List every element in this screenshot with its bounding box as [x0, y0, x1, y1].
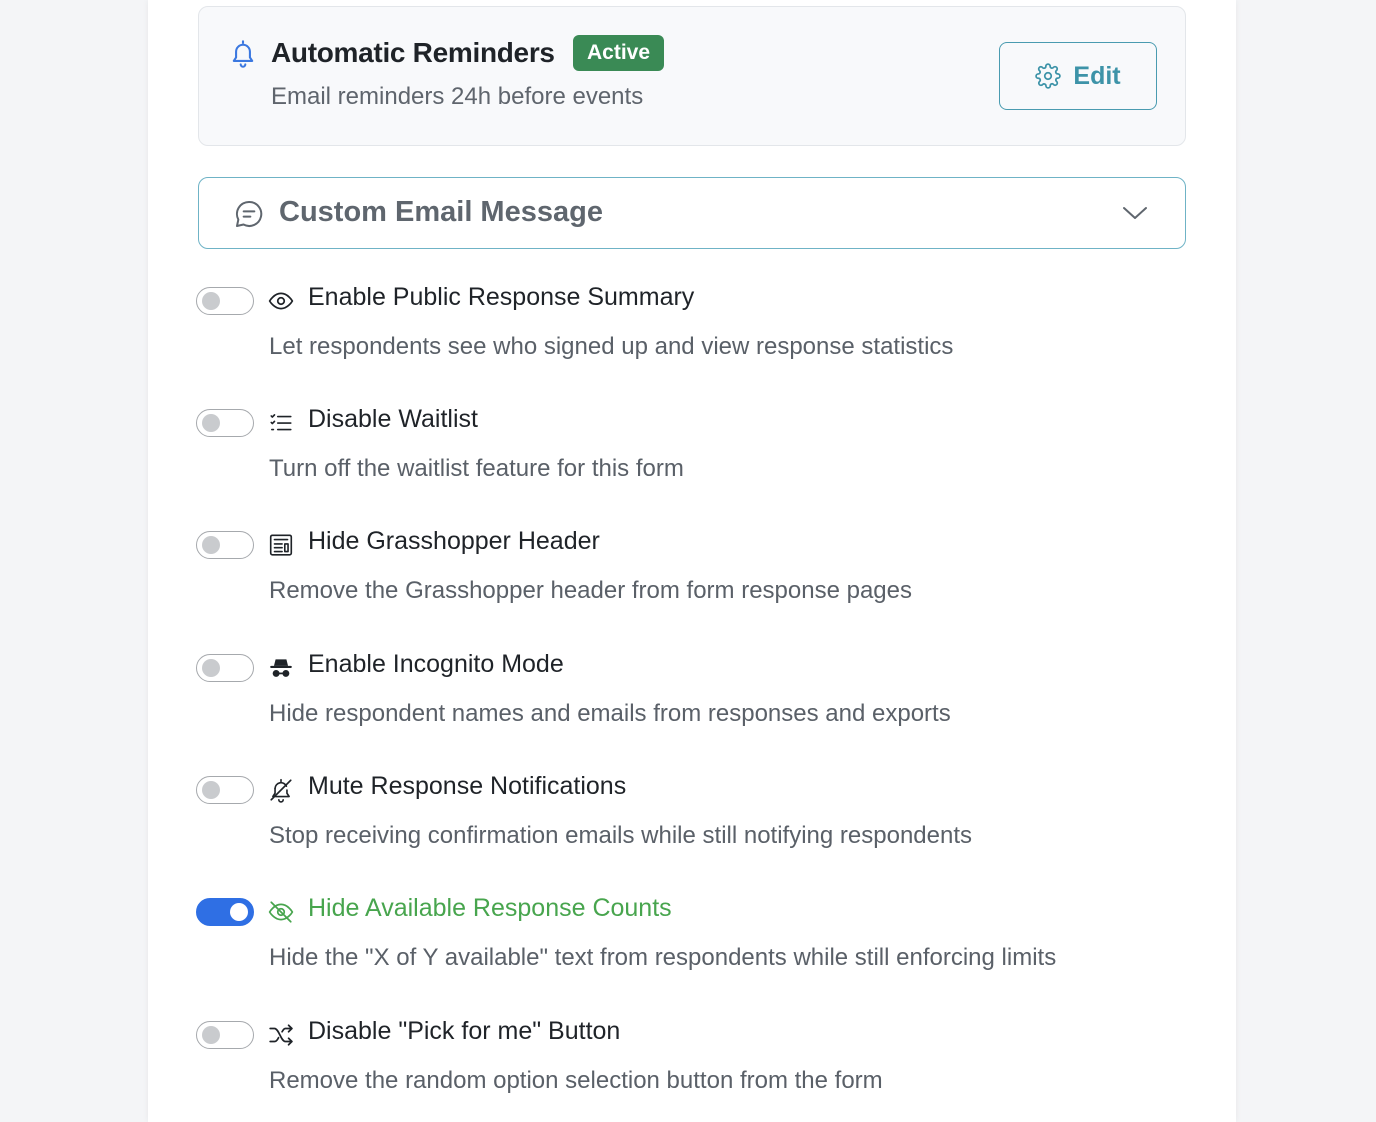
status-badge: Active [573, 35, 665, 71]
toggle-switch[interactable] [196, 898, 254, 926]
toggle-switch[interactable] [196, 287, 254, 315]
toggle-knob [230, 903, 248, 921]
toggle-knob [202, 1026, 220, 1044]
edit-button[interactable]: Edit [999, 42, 1157, 110]
toggle-knob [202, 781, 220, 799]
incognito-icon [270, 659, 292, 677]
setting-hide-response-counts: Hide Available Response Counts Hide the … [196, 894, 1196, 998]
toggle-knob [202, 659, 220, 677]
setting-description: Remove the random option selection butto… [269, 1067, 883, 1094]
settings-panel: Automatic Reminders Active Email reminde… [148, 0, 1236, 1122]
bell-icon [232, 40, 254, 68]
automatic-reminders-card: Automatic Reminders Active Email reminde… [198, 6, 1186, 146]
setting-title: Enable Incognito Mode [308, 650, 564, 678]
setting-description: Turn off the waitlist feature for this f… [269, 455, 684, 482]
setting-description: Let respondents see who signed up and vi… [269, 333, 954, 360]
custom-email-accordion[interactable]: Custom Email Message [198, 177, 1186, 249]
list-icon [270, 414, 292, 431]
setting-title: Enable Public Response Summary [308, 283, 695, 311]
toggle-knob [202, 292, 220, 310]
setting-title: Disable "Pick for me" Button [308, 1017, 621, 1045]
toggle-switch[interactable] [196, 1021, 254, 1049]
reminders-subtitle: Email reminders 24h before events [271, 83, 644, 110]
toggle-switch[interactable] [196, 409, 254, 437]
setting-public-response-summary: Enable Public Response Summary Let respo… [196, 283, 1196, 387]
setting-description: Stop receiving confirmation emails while… [269, 822, 973, 849]
newspaper-icon [269, 534, 293, 556]
toggle-switch[interactable] [196, 776, 254, 804]
setting-mute-notifications: Mute Response Notifications Stop receivi… [196, 772, 1196, 876]
toggle-knob [202, 536, 220, 554]
message-icon [235, 200, 263, 227]
toggle-switch[interactable] [196, 654, 254, 682]
reminders-title: Automatic Reminders [271, 37, 555, 68]
gear-icon [1035, 63, 1062, 89]
setting-disable-waitlist: Disable Waitlist Turn off the waitlist f… [196, 405, 1196, 509]
setting-description: Remove the Grasshopper header from form … [269, 577, 912, 604]
accordion-title: Custom Email Message [279, 196, 603, 228]
setting-incognito-mode: Enable Incognito Mode Hide respondent na… [196, 650, 1196, 754]
bell-off-icon [270, 778, 292, 803]
setting-disable-pick-for-me: Disable "Pick for me" Button Remove the … [196, 1017, 1196, 1121]
eye-off-icon [268, 901, 294, 923]
setting-description: Hide respondent names and emails from re… [269, 700, 951, 727]
setting-title: Hide Grasshopper Header [308, 527, 600, 555]
setting-description: Hide the "X of Y available" text from re… [269, 944, 1057, 971]
setting-title: Mute Response Notifications [308, 772, 627, 800]
setting-title: Disable Waitlist [308, 405, 478, 433]
setting-title: Hide Available Response Counts [308, 894, 672, 922]
toggle-switch[interactable] [196, 531, 254, 559]
chevron-down-icon[interactable] [1121, 202, 1149, 224]
shuffle-icon [269, 1024, 293, 1046]
setting-hide-grasshopper-header: Hide Grasshopper Header Remove the Grass… [196, 527, 1196, 631]
toggle-knob [202, 414, 220, 432]
eye-icon [268, 292, 294, 310]
edit-label: Edit [1073, 61, 1121, 90]
